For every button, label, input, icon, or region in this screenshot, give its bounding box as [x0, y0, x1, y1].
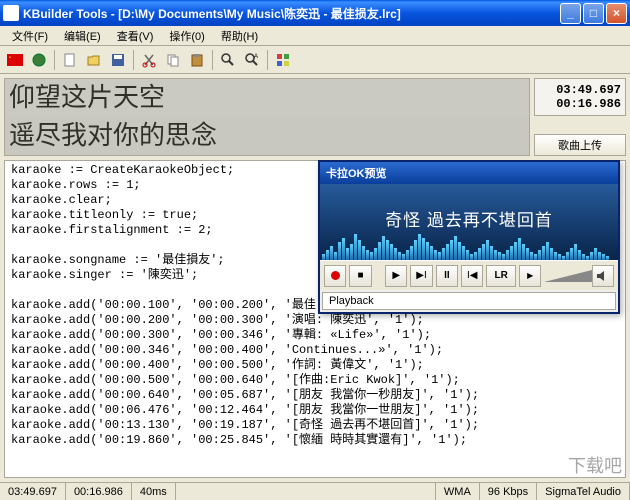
- preview-lyric: 奇怪 過去再不堪回首: [320, 206, 618, 231]
- speaker-icon: [596, 270, 610, 282]
- next-button[interactable]: ▶I: [410, 265, 432, 287]
- status-codec: WMA: [436, 483, 480, 500]
- stop-button[interactable]: ■: [349, 265, 371, 287]
- menu-view[interactable]: 查看(V): [109, 26, 162, 46]
- find-button[interactable]: [217, 49, 239, 71]
- close-button[interactable]: ×: [606, 3, 627, 24]
- play-button[interactable]: ▶: [385, 265, 407, 287]
- playback-label: Playback: [322, 292, 616, 310]
- menu-help[interactable]: 帮助(H): [213, 26, 266, 46]
- status-latency: 40ms: [132, 483, 176, 500]
- current-time: 00:16.986: [539, 97, 621, 111]
- pause-button[interactable]: II: [436, 265, 458, 287]
- options-button[interactable]: [272, 49, 294, 71]
- status-audio-device: SigmaTel Audio: [537, 483, 630, 500]
- time-display: 03:49.697 00:16.986: [534, 78, 626, 116]
- channel-next-button[interactable]: ▶: [519, 265, 541, 287]
- window-title: KBuilder Tools - [D:\My Documents\My Mus…: [23, 5, 560, 22]
- mute-button[interactable]: [592, 265, 614, 287]
- lyric-display: 仰望这片天空 遥尽我对你的思念: [4, 78, 530, 156]
- status-spacer: [176, 483, 436, 500]
- minimize-button[interactable]: _: [560, 3, 581, 24]
- prev-button[interactable]: I◀: [461, 265, 483, 287]
- save-button[interactable]: [107, 49, 129, 71]
- copy-button[interactable]: [162, 49, 184, 71]
- menu-edit[interactable]: 编辑(E): [56, 26, 109, 46]
- lyric-line-1: 仰望这片天空: [5, 79, 529, 117]
- record-button[interactable]: [324, 265, 346, 287]
- app-icon: [3, 5, 19, 21]
- channel-button[interactable]: LR: [486, 265, 516, 287]
- upload-button[interactable]: 歌曲上传: [534, 134, 626, 156]
- total-time: 03:49.697: [539, 83, 621, 97]
- status-total-time: 03:49.697: [0, 483, 66, 500]
- status-current-time: 00:16.986: [66, 483, 132, 500]
- menu-action[interactable]: 操作(0): [161, 26, 212, 46]
- preview-title: 卡拉OK预览: [320, 162, 618, 184]
- paste-button[interactable]: [186, 49, 208, 71]
- open-button[interactable]: [83, 49, 105, 71]
- globe-button[interactable]: [28, 49, 50, 71]
- maximize-button[interactable]: □: [583, 3, 604, 24]
- visualizer: 奇怪 過去再不堪回首: [320, 184, 618, 260]
- record-icon: [331, 271, 340, 280]
- status-bitrate: 96 Kbps: [480, 483, 537, 500]
- new-button[interactable]: [59, 49, 81, 71]
- volume-slider[interactable]: [544, 269, 588, 283]
- menu-file[interactable]: 文件(F): [4, 26, 56, 46]
- svg-text:A: A: [254, 54, 258, 60]
- karaoke-preview-window[interactable]: 卡拉OK预览 奇怪 過去再不堪回首 ■ ▶ ▶I II I◀ LR ▶ Play…: [318, 160, 620, 314]
- flag-cn-button[interactable]: [4, 49, 26, 71]
- lyric-line-2: 遥尽我对你的思念: [5, 117, 529, 155]
- cut-button[interactable]: [138, 49, 160, 71]
- replace-button[interactable]: A: [241, 49, 263, 71]
